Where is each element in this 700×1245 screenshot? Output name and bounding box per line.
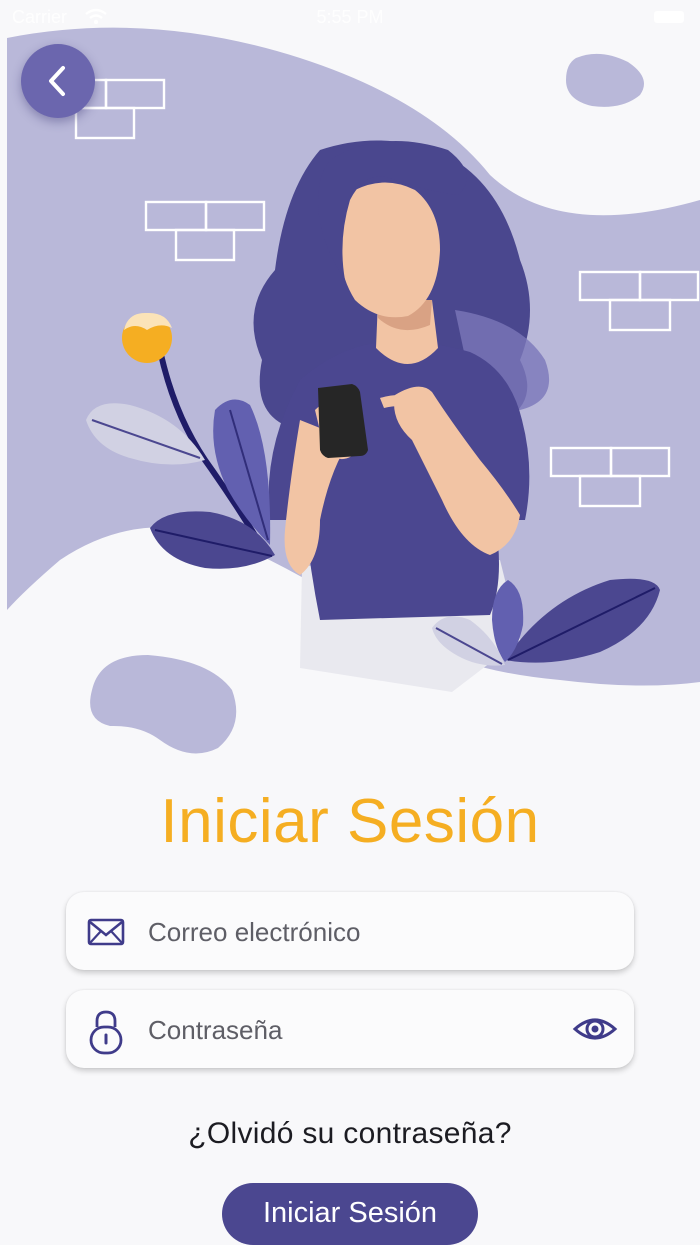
- status-bar: Carrier 5:55 PM: [0, 0, 700, 34]
- login-illustration: [7, 27, 700, 754]
- blob-top-right: [566, 53, 644, 107]
- email-input[interactable]: [146, 892, 570, 972]
- login-button[interactable]: Iniciar Sesión: [222, 1183, 478, 1245]
- status-time: 5:55 PM: [316, 7, 384, 27]
- battery-icon: [654, 11, 684, 23]
- back-button[interactable]: [21, 44, 95, 118]
- forgot-password-link[interactable]: ¿Olvidó su contraseña?: [0, 1117, 700, 1151]
- eye-icon[interactable]: [572, 1009, 618, 1049]
- email-field[interactable]: [66, 892, 634, 972]
- blob-bottom-left: [90, 655, 237, 754]
- lock-icon: [89, 1010, 123, 1055]
- page-title: Iniciar Sesión: [160, 787, 540, 856]
- face: [339, 182, 440, 318]
- mail-icon: [87, 918, 125, 946]
- password-field[interactable]: [66, 990, 634, 1070]
- chevron-left-icon: [49, 66, 65, 96]
- password-input[interactable]: [146, 990, 570, 1070]
